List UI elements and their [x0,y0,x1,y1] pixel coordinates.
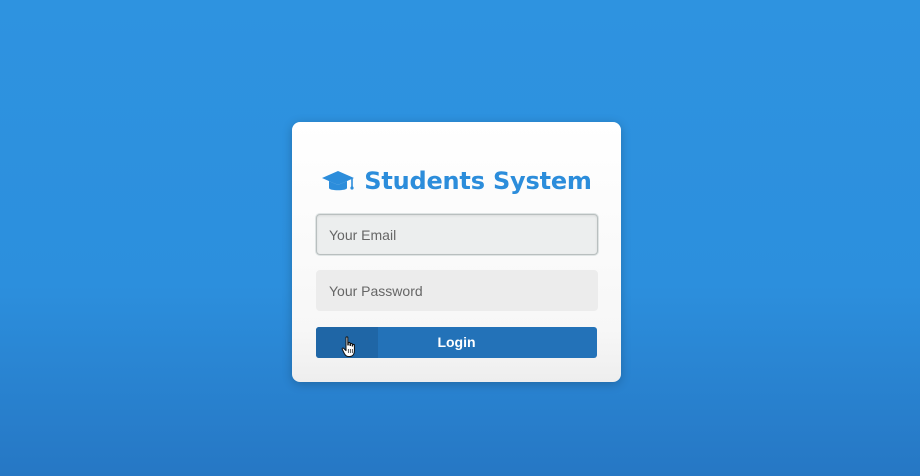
login-button[interactable]: Login [316,327,597,358]
app-title: Students System [364,167,592,195]
email-field[interactable] [316,214,598,255]
login-card: Students System Login [292,122,621,382]
graduation-cap-icon [321,169,355,193]
login-button-label: Login [437,334,476,350]
brand-header: Students System [292,166,621,196]
password-field[interactable] [316,270,598,311]
login-button-hover-highlight [316,327,378,358]
